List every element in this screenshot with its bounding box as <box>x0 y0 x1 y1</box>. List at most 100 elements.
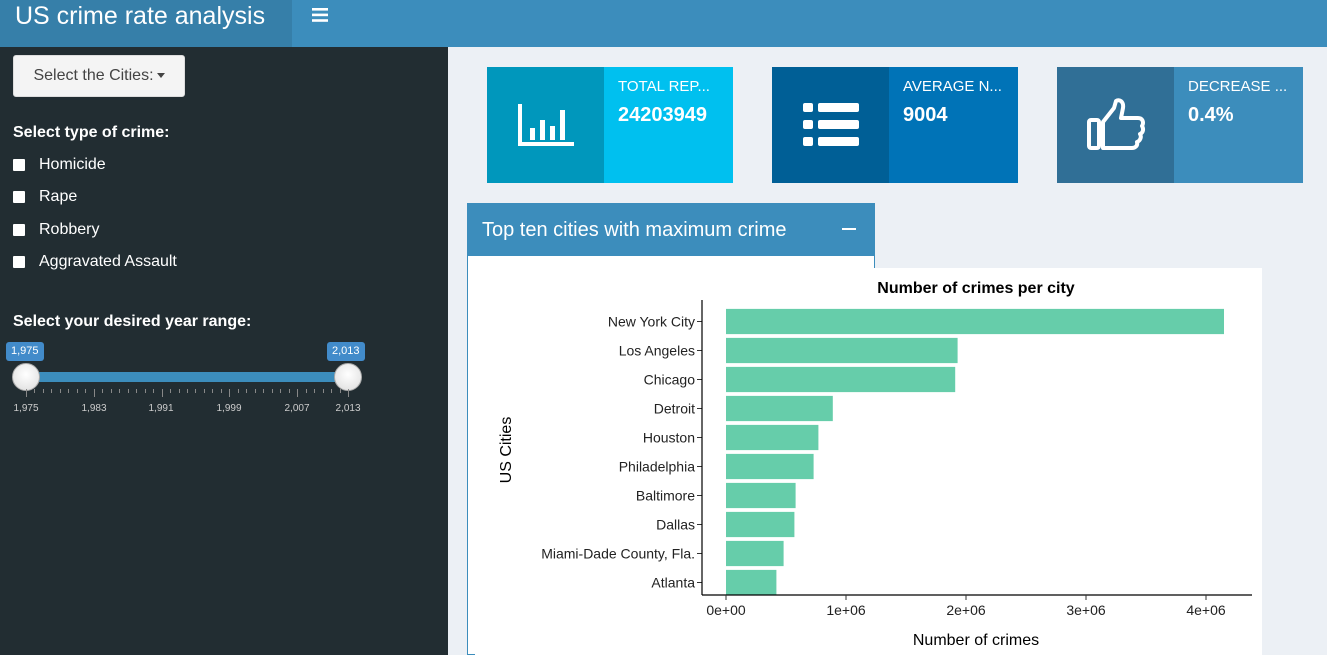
year-range-label: Select your desired year range: <box>13 313 252 330</box>
chart-bar <box>726 395 833 422</box>
info-content: DECREASE ... 0.4% <box>1174 67 1303 183</box>
slider-tick-label: 1,999 <box>216 403 242 414</box>
checkbox-label: Aggravated Assault <box>39 253 177 270</box>
collapse-icon[interactable] <box>840 204 860 256</box>
slider-ticks <box>0 389 448 399</box>
checkbox-rape[interactable]: Rape <box>13 186 77 208</box>
info-title: AVERAGE N... <box>903 78 1002 95</box>
info-content: TOTAL REP... 24203949 <box>604 67 733 183</box>
list-icon <box>772 67 889 183</box>
checkbox-icon[interactable] <box>13 191 25 203</box>
y-tick-label: Baltimore <box>636 488 695 504</box>
slider-max-value: 2,013 <box>327 342 365 361</box>
select-cities-button[interactable]: Select the Cities: <box>13 55 185 97</box>
select-cities-label: Select the Cities: <box>33 67 154 84</box>
crimes-per-city-chart: Number of crimes per city US Cities Numb… <box>475 268 1262 655</box>
checkbox-label: Robbery <box>39 221 100 238</box>
y-axis-label: US Cities <box>498 417 515 484</box>
slider-tick <box>85 389 87 393</box>
slider-tick <box>237 389 239 393</box>
box-header: Top ten cities with maximum crime <box>468 204 874 256</box>
slider-handle-max[interactable] <box>334 363 362 391</box>
slider-tick <box>59 389 61 393</box>
slider-tick-label: 2,007 <box>284 403 310 414</box>
slider-tick <box>220 389 222 393</box>
box-title: Top ten cities with maximum crime <box>482 219 787 241</box>
slider-handle-min[interactable] <box>12 363 40 391</box>
chart-bar <box>726 540 784 567</box>
chart-bar <box>726 337 958 364</box>
slider-tick <box>153 389 155 393</box>
y-tick-label: Dallas <box>656 517 695 533</box>
checkbox-aggravated-assault[interactable]: Aggravated Assault <box>13 251 177 273</box>
slider-tick <box>26 389 27 397</box>
slider-tick <box>280 389 282 393</box>
chart-title: Number of crimes per city <box>877 280 1075 297</box>
chart-bar <box>726 453 814 480</box>
chart-bar <box>726 482 796 509</box>
year-range-slider[interactable]: 1,975 2,013 1,975 1,983 1,991 1,999 2,00… <box>0 342 448 422</box>
x-tick-label: 2e+06 <box>946 602 986 618</box>
slider-tick <box>136 389 138 393</box>
bar-chart-icon <box>487 67 604 183</box>
slider-tick-label: 1,975 <box>13 403 39 414</box>
slider-tick <box>170 389 172 393</box>
x-tick-label: 0e+00 <box>706 602 746 618</box>
info-title: DECREASE ... <box>1188 78 1288 95</box>
checkbox-icon[interactable] <box>13 256 25 268</box>
slider-tick <box>187 389 188 393</box>
slider-tick <box>178 389 180 393</box>
slider-tick <box>229 389 231 397</box>
slider-tick <box>331 389 333 393</box>
hamburger-icon[interactable] <box>292 0 348 32</box>
crime-type-label: Select type of crime: <box>13 124 170 141</box>
slider-tick-label: 1,983 <box>81 403 107 414</box>
slider-tick <box>271 389 273 393</box>
x-tick-label: 3e+06 <box>1066 602 1106 618</box>
slider-tick <box>195 389 197 393</box>
checkbox-icon[interactable] <box>13 224 25 236</box>
info-box-average: AVERAGE N... 9004 <box>772 67 1018 183</box>
slider-tick <box>288 389 290 393</box>
thumbs-up-icon <box>1057 67 1174 183</box>
chart-bar <box>726 569 777 596</box>
info-value: 24203949 <box>618 104 707 126</box>
slider-tick <box>263 389 265 393</box>
caret-down-icon <box>156 73 165 79</box>
slider-tick <box>297 389 299 397</box>
checkbox-homicide[interactable]: Homicide <box>13 154 106 176</box>
y-tick-label: Atlanta <box>651 575 695 591</box>
slider-min-value: 1,975 <box>6 342 44 361</box>
x-tick-label: 4e+06 <box>1186 602 1226 618</box>
info-value: 0.4% <box>1188 104 1234 126</box>
slider-tick <box>110 389 112 393</box>
slider-tick <box>203 389 205 393</box>
slider-tick <box>339 389 341 393</box>
x-axis-label: Number of crimes <box>913 632 1039 649</box>
checkbox-icon[interactable] <box>13 159 25 171</box>
info-title: TOTAL REP... <box>618 78 710 95</box>
checkbox-robbery[interactable]: Robbery <box>13 219 99 241</box>
slider-tick <box>42 389 44 393</box>
slider-tick <box>127 389 129 393</box>
sidebar: Select the Cities: Select type of crime:… <box>0 47 448 655</box>
app-title: US crime rate analysis <box>0 0 292 47</box>
slider-tick <box>254 389 256 393</box>
slider-tick <box>322 389 324 393</box>
slider-tick <box>34 389 36 393</box>
chart-bar <box>726 424 819 451</box>
info-box-total-reports: TOTAL REP... 24203949 <box>487 67 733 183</box>
y-tick-label: Houston <box>643 430 695 446</box>
y-tick-label: Chicago <box>644 372 696 388</box>
chart-svg: Number of crimes per city US Cities Numb… <box>498 280 1252 649</box>
info-value: 9004 <box>903 104 948 126</box>
info-box-decrease: DECREASE ... 0.4% <box>1057 67 1303 183</box>
checkbox-label: Rape <box>39 188 78 205</box>
chart-bar <box>726 308 1224 335</box>
slider-tick <box>246 389 248 393</box>
x-tick-label: 1e+06 <box>826 602 866 618</box>
slider-track[interactable] <box>26 372 348 382</box>
chart-bar <box>726 366 956 393</box>
slider-tick <box>161 389 163 397</box>
y-tick-label: Los Angeles <box>619 343 695 359</box>
